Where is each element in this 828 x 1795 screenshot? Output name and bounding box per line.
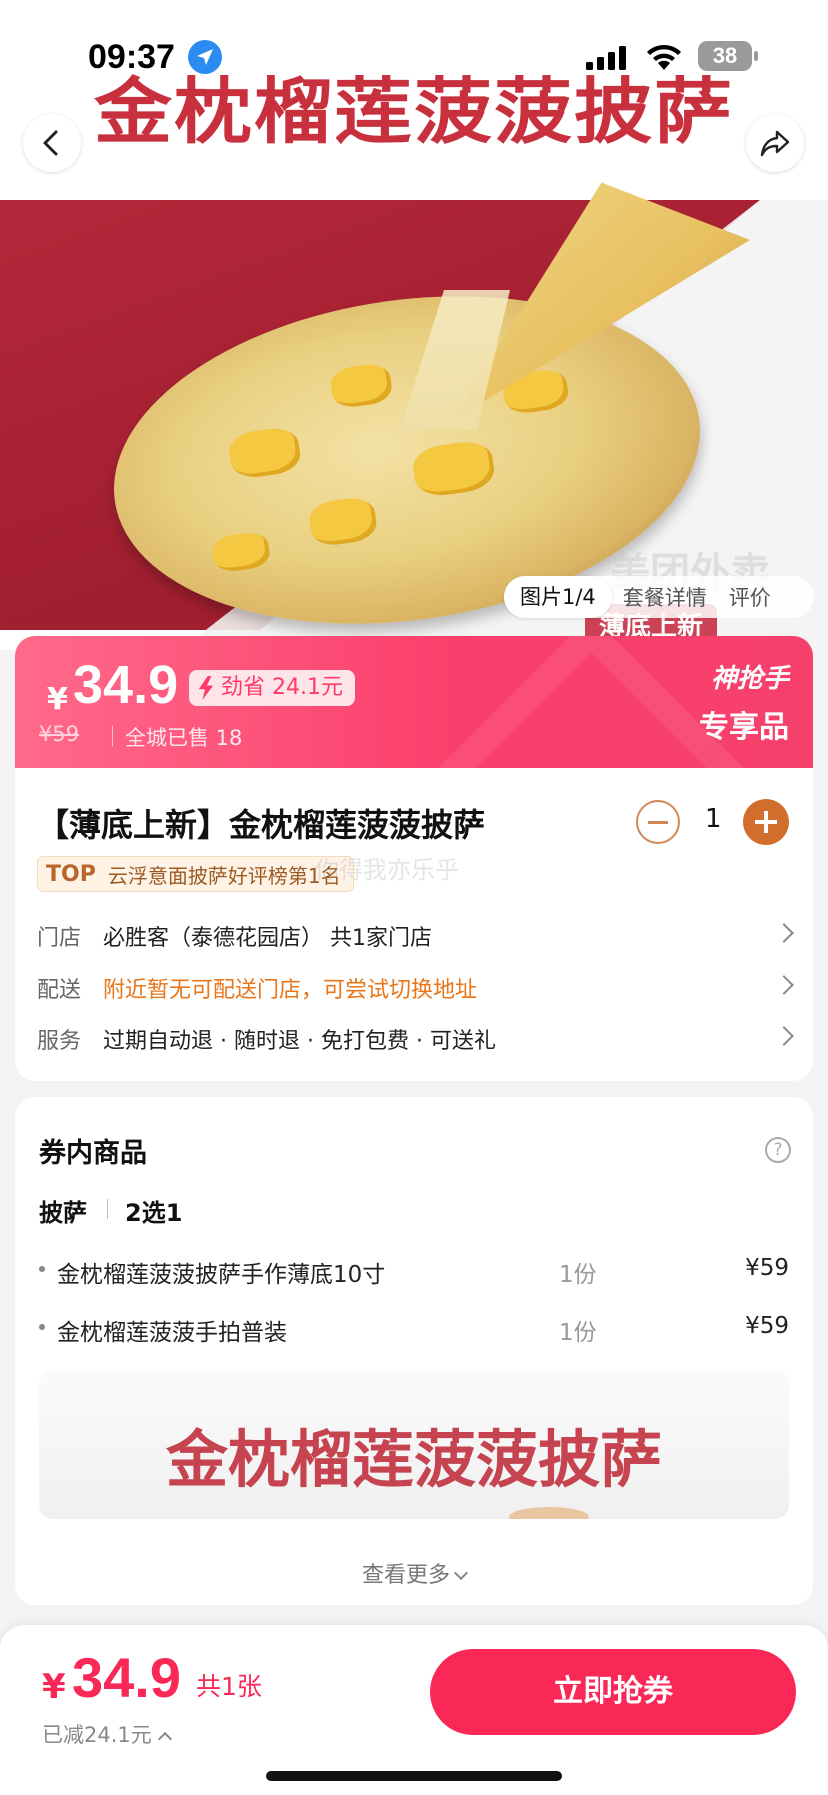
chevron-up-icon — [157, 1731, 172, 1747]
item-count: 1份 — [559, 1320, 597, 1346]
list-item: 金枕榴莲菠菠手拍普装 1份 ¥59 — [39, 1307, 789, 1347]
coupon-items-card: 券内商品 ? 披萨 2选1 金枕榴莲菠菠披萨手作薄底10寸 1份 ¥59 金枕榴… — [15, 1097, 813, 1605]
store-label: 门店 — [37, 926, 82, 951]
original-price: ¥59 — [39, 722, 80, 746]
share-icon — [760, 130, 790, 157]
product-title: 【薄底上新】金枕榴莲菠菠披萨 — [37, 806, 486, 844]
preview-pizza — [509, 1507, 589, 1519]
quantity-decrease-button[interactable] — [636, 800, 680, 844]
savings-text: 劲省 24.1元 — [221, 675, 343, 700]
item-name: 金枕榴莲菠菠披萨手作薄底10寸 — [57, 1262, 386, 1288]
buy-now-button[interactable]: 立即抢券 — [430, 1649, 796, 1735]
quantity-increase-button[interactable] — [743, 799, 789, 845]
service-label: 服务 — [37, 1029, 82, 1054]
location-arrow-icon — [188, 40, 222, 74]
help-icon[interactable]: ? — [765, 1137, 791, 1163]
bullet-icon — [39, 1266, 45, 1272]
preview-title: 金枕榴莲菠菠披萨 — [165, 1423, 662, 1496]
detail-preview-image: 金枕榴莲菠菠披萨 — [39, 1369, 789, 1519]
ranking-tag[interactable]: TOP 云浮意面披萨好评榜第1名 — [37, 856, 354, 892]
chevron-right-icon — [774, 923, 794, 943]
tab-reviews[interactable]: 评价 — [718, 582, 782, 612]
bolt-icon — [198, 676, 214, 700]
category-label: 披萨 — [39, 1199, 87, 1227]
home-indicator — [266, 1771, 562, 1781]
status-time: 09:37 — [88, 38, 175, 76]
savings-badge: 劲省 24.1元 — [189, 670, 355, 706]
ranking-text: 云浮意面披萨好评榜第1名 — [107, 863, 341, 888]
battery-icon: 38 — [698, 41, 758, 71]
service-value: 过期自动退 · 随时退 · 免打包费 · 可送礼 — [103, 1029, 496, 1054]
store-value: 必胜客（泰德花园店） 共1家门店 — [103, 926, 432, 951]
share-button[interactable] — [746, 114, 804, 172]
discount-summary[interactable]: 已减24.1元 — [42, 1719, 172, 1749]
item-price: ¥59 — [745, 1255, 789, 1281]
chevron-right-icon — [774, 1026, 794, 1046]
delivery-row[interactable]: 配送 附近暂无可配送门店，可尝试切换地址 — [37, 968, 794, 1008]
product-info-card: 【薄底上新】金枕榴莲菠菠披萨 1 TOP 云浮意面披萨好评榜第1名 你得我亦乐乎… — [15, 768, 813, 1081]
wifi-icon — [647, 44, 681, 70]
watermark: 你得我亦乐乎 — [315, 856, 459, 884]
discount-text: 已减24.1元 — [42, 1723, 152, 1747]
delivery-value: 附近暂无可配送门店，可尝试切换地址 — [103, 978, 478, 1003]
status-bar: 09:37 38 — [0, 0, 828, 110]
store-row[interactable]: 门店 必胜客（泰德花园店） 共1家门店 — [37, 916, 794, 956]
sold-count: 全城已售 18 — [125, 726, 243, 750]
quantity-value: 1 — [705, 804, 722, 834]
price-banner: ¥ 34.9 劲省 24.1元 ¥59 全城已售 18 神抢手 专享品 — [15, 636, 813, 768]
back-button[interactable] — [23, 114, 81, 172]
item-count: 1份 — [559, 1262, 597, 1288]
signal-icon — [586, 46, 626, 70]
list-item: 金枕榴莲菠菠披萨手作薄底10寸 1份 ¥59 — [39, 1249, 789, 1289]
price-currency: ¥ — [47, 682, 68, 717]
chevron-right-icon — [774, 975, 794, 995]
price-value: 34.9 — [73, 655, 179, 715]
top-badge: TOP — [46, 861, 96, 887]
delivery-label: 配送 — [37, 978, 82, 1003]
divider — [112, 726, 113, 746]
chevron-left-icon — [43, 130, 58, 156]
promo-badge-line2: 专享品 — [699, 710, 789, 745]
chevron-down-icon — [453, 1565, 469, 1581]
view-more-label: 查看更多 — [361, 1563, 450, 1588]
total-currency: ¥ — [42, 1667, 66, 1707]
service-row[interactable]: 服务 过期自动退 · 随时退 · 免打包费 · 可送礼 — [37, 1019, 794, 1059]
tab-images[interactable]: 图片1/4 — [504, 576, 612, 618]
bullet-icon — [39, 1324, 45, 1330]
tab-package-details[interactable]: 套餐详情 — [612, 582, 718, 612]
coupon-count: 共1张 — [196, 1672, 262, 1701]
total-price: 34.9 — [72, 1646, 181, 1709]
bottom-purchase-bar: ¥ 34.9 共1张 已减24.1元 立即抢券 — [0, 1625, 828, 1795]
promo-badge-line1: 神抢手 — [710, 664, 789, 694]
section-title: 券内商品 — [39, 1138, 147, 1169]
image-tabs: 图片1/4 套餐详情 评价 — [504, 576, 814, 618]
selection-rule: 2选1 — [125, 1199, 183, 1227]
item-price: ¥59 — [745, 1313, 789, 1339]
view-more-link[interactable]: 查看更多 — [15, 1557, 813, 1589]
item-name: 金枕榴莲菠菠手拍普装 — [57, 1320, 287, 1346]
divider — [107, 1199, 108, 1219]
